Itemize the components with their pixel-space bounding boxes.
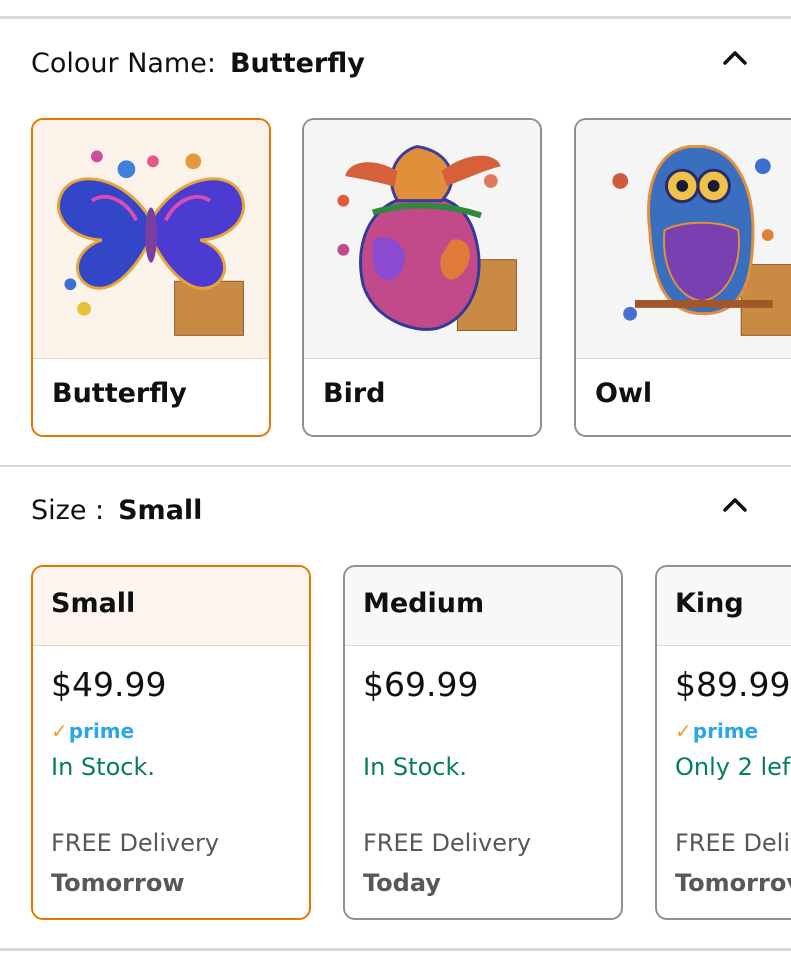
chevron-up-icon[interactable] <box>720 490 750 520</box>
colour-option-bird[interactable]: Bird <box>302 118 542 437</box>
card-divider <box>576 358 791 359</box>
delivery-label: FREE Delivery <box>363 829 532 857</box>
delivery-day: Today <box>363 869 441 897</box>
delivery-day: Tomorrow <box>51 869 185 897</box>
delivery-label: FREE Delivery <box>51 829 220 857</box>
colour-section-header: Colour Name: Butterfly <box>31 48 365 79</box>
prime-badge: ✓prime <box>51 719 134 743</box>
prime-check-icon: ✓ <box>675 719 692 743</box>
section-divider <box>0 465 791 467</box>
size-option-small[interactable]: Small $49.99 ✓prime In Stock. FREE Deliv… <box>31 565 311 920</box>
butterfly-puzzle-image <box>33 120 269 358</box>
colour-option-butterfly[interactable]: Butterfly <box>31 118 271 437</box>
chevron-up-icon[interactable] <box>720 43 750 73</box>
size-option-price: $69.99 <box>363 665 479 704</box>
colour-option-owl[interactable]: Owl <box>574 118 791 437</box>
size-option-price: $89.99 <box>675 665 791 704</box>
size-selected-value: Small <box>118 495 203 526</box>
prime-check-icon: ✓ <box>51 719 68 743</box>
stock-status: Only 2 lef <box>675 753 791 781</box>
size-option-name: King <box>675 588 744 619</box>
stock-status: In Stock. <box>363 753 467 781</box>
card-divider <box>33 358 269 359</box>
prime-label: prime <box>692 719 759 743</box>
colour-selected-value: Butterfly <box>229 48 365 79</box>
top-divider <box>0 16 791 19</box>
colour-option-label: Butterfly <box>52 378 187 409</box>
size-section-header: Size : Small <box>31 495 202 526</box>
stock-status: In Stock. <box>51 753 155 781</box>
size-option-price: $49.99 <box>51 665 167 704</box>
size-option-name: Small <box>51 588 136 619</box>
prime-badge: ✓prime <box>675 719 758 743</box>
card-divider <box>304 358 540 359</box>
size-option-king[interactable]: King $89.99 ✓prime Only 2 lef FREE Deliv… <box>655 565 791 920</box>
delivery-label: FREE Deliv <box>675 829 791 857</box>
size-option-medium[interactable]: Medium $69.99 In Stock. FREE Delivery To… <box>343 565 623 920</box>
size-option-name: Medium <box>363 588 485 619</box>
colour-option-label: Bird <box>323 378 386 409</box>
size-label: Size : <box>31 495 105 526</box>
owl-puzzle-image <box>576 120 791 358</box>
bottom-divider <box>0 948 791 951</box>
prime-label: prime <box>68 719 135 743</box>
colour-option-label: Owl <box>595 378 653 409</box>
delivery-day: Tomorrov <box>675 869 791 897</box>
colour-name-label: Colour Name: <box>31 48 216 79</box>
bird-puzzle-image <box>304 120 540 358</box>
